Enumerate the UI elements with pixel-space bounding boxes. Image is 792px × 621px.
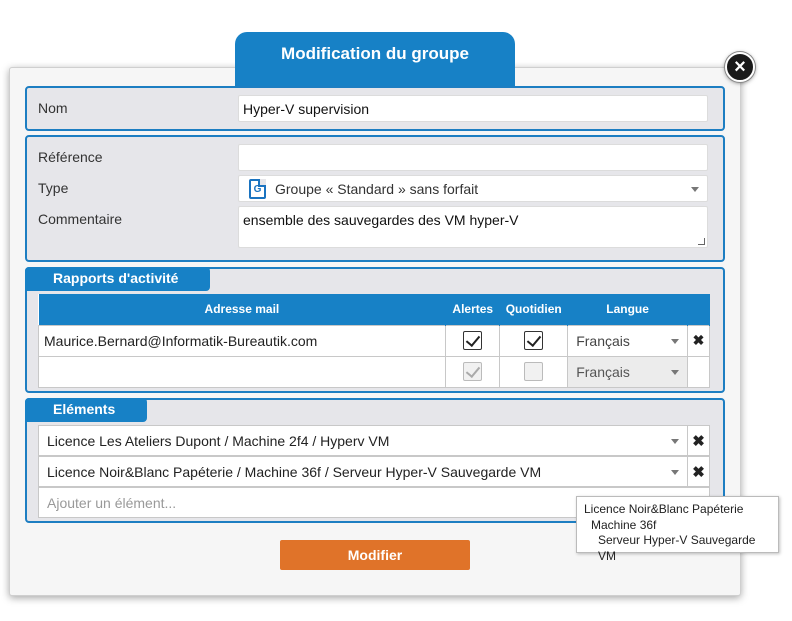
chevron-down-icon <box>671 369 679 375</box>
resize-grip-icon[interactable] <box>698 238 705 245</box>
remove-email-button[interactable]: ✖ <box>687 324 710 357</box>
element-select[interactable]: Licence Les Ateliers Dupont / Machine 2f… <box>38 425 688 456</box>
dialog-title: Modification du groupe <box>235 32 515 86</box>
type-label: Type <box>38 180 69 196</box>
type-select-value: Groupe « Standard » sans forfait <box>275 181 479 197</box>
document-icon-letter: G <box>253 183 262 195</box>
section-rapports: Rapports d'activité Adresse mail Alertes… <box>25 267 725 393</box>
quotidien-checkbox[interactable] <box>524 362 544 381</box>
element-value: Licence Noir&Blanc Papéterie / Machine 3… <box>47 464 542 480</box>
langue-value: Français <box>576 332 630 349</box>
remove-element-button[interactable]: ✖ <box>688 425 710 456</box>
reference-label: Référence <box>38 149 103 165</box>
langue-select[interactable]: Français <box>567 355 688 388</box>
nom-label: Nom <box>38 100 68 116</box>
chevron-down-icon <box>671 470 679 475</box>
table-row: Maurice.Bernard@Informatik-Bureautik.com… <box>37 324 710 357</box>
email-input[interactable] <box>37 355 447 388</box>
commentaire-value: ensemble des sauvegardes des VM hyper-V <box>243 212 519 228</box>
col-quotidien-header: Quotidien <box>499 294 569 325</box>
col-langue-header: Langue <box>567 294 688 325</box>
email-input[interactable]: Maurice.Bernard@Informatik-Bureautik.com <box>37 324 447 357</box>
elements-section-title: Eléments <box>25 398 147 422</box>
alertes-cell <box>445 355 501 388</box>
reference-input[interactable] <box>238 144 708 171</box>
chevron-down-icon <box>671 439 679 444</box>
col-alertes-header: Alertes <box>445 294 501 325</box>
commentaire-textarea[interactable]: ensemble des sauvegardes des VM hyper-V <box>238 206 708 248</box>
chevron-down-icon <box>671 338 679 344</box>
stage: Nom Hyper-V supervision Référence Type G… <box>0 0 792 621</box>
quotidien-checkbox[interactable] <box>524 331 544 350</box>
tooltip-line-2: Machine 36f <box>591 517 657 532</box>
empty-remove-cell <box>687 355 710 388</box>
commentaire-label: Commentaire <box>38 211 123 227</box>
langue-value: Français <box>576 363 630 380</box>
element-tooltip: Licence Noir&Blanc Papéterie Machine 36f… <box>576 496 779 563</box>
element-select[interactable]: Licence Noir&Blanc Papéterie / Machine 3… <box>38 456 688 487</box>
rapports-section-title: Rapports d'activité <box>25 267 210 291</box>
rapports-table: Adresse mail Alertes Quotidien Langue Ma… <box>37 294 710 388</box>
modifier-button[interactable]: Modifier <box>280 540 470 570</box>
chevron-down-icon <box>691 187 699 192</box>
document-icon: G <box>249 179 266 199</box>
nom-input[interactable]: Hyper-V supervision <box>238 95 708 122</box>
quotidien-cell <box>499 355 569 388</box>
alertes-checkbox[interactable] <box>463 362 483 381</box>
table-row: Français <box>37 355 710 388</box>
rapports-header-row: Adresse mail Alertes Quotidien Langue <box>38 294 710 325</box>
section-details: Référence Type G Groupe « Standard » san… <box>25 135 725 262</box>
email-value: Maurice.Bernard@Informatik-Bureautik.com <box>44 332 318 349</box>
element-value: Licence Les Ateliers Dupont / Machine 2f… <box>47 433 390 449</box>
quotidien-cell <box>499 324 569 357</box>
tooltip-line-3: Serveur Hyper-V Sauvegarde VM <box>598 533 756 563</box>
remove-element-button[interactable]: ✖ <box>688 456 710 487</box>
type-select[interactable]: G Groupe « Standard » sans forfait <box>238 175 708 202</box>
close-button[interactable]: × <box>725 52 755 82</box>
col-email-header: Adresse mail <box>38 294 447 325</box>
col-remove-header <box>687 294 710 325</box>
alertes-cell <box>445 324 501 357</box>
section-name: Nom Hyper-V supervision <box>25 86 725 131</box>
langue-select[interactable]: Français <box>567 324 688 357</box>
alertes-checkbox[interactable] <box>463 331 483 350</box>
tooltip-line-1: Licence Noir&Blanc Papéterie <box>584 502 744 516</box>
